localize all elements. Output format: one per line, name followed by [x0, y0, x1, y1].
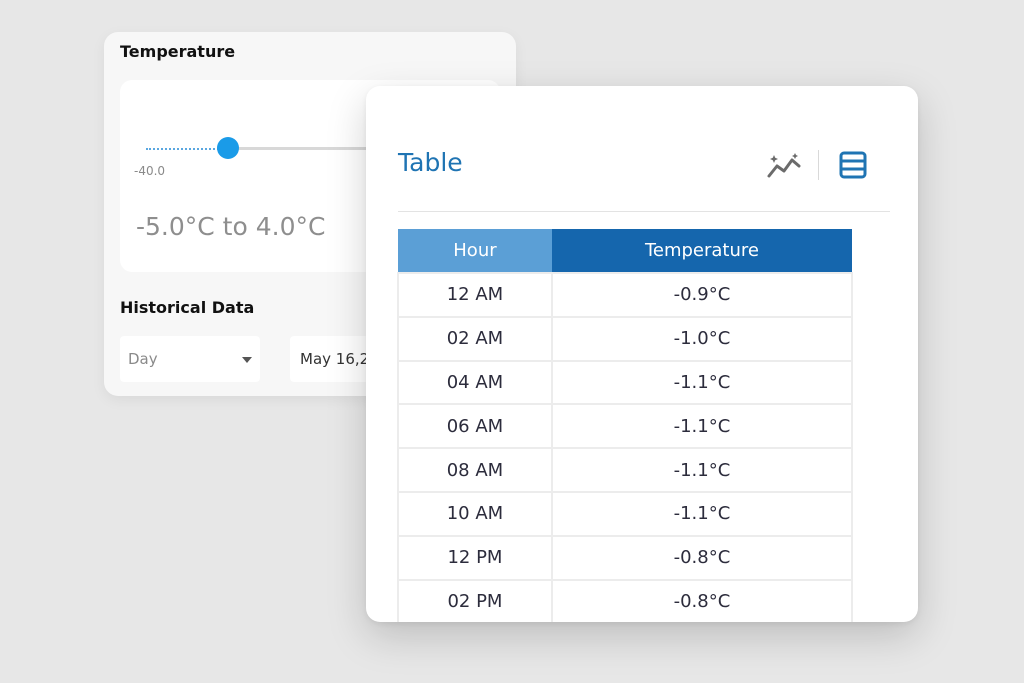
date-field-value: May 16,2 [300, 350, 370, 368]
cell-temperature: -1.1°C [550, 403, 854, 450]
cell-temperature: -0.9°C [550, 272, 854, 318]
cell-hour: 12 AM [397, 272, 553, 318]
cell-temperature: -1.1°C [550, 447, 854, 493]
table-row: 12 AM -0.9°C [397, 272, 854, 318]
cell-hour: 10 AM [397, 490, 553, 537]
table-row: 12 PM -0.8°C [397, 534, 854, 581]
cell-hour: 02 AM [397, 315, 553, 362]
cell-temperature: -1.1°C [550, 490, 854, 537]
temperature-title: Temperature [120, 42, 236, 61]
cell-hour: 06 AM [397, 403, 553, 450]
cell-temperature: -0.8°C [550, 534, 854, 581]
table-row: 10 AM -1.1°C [397, 490, 854, 537]
table-row: 06 AM -1.1°C [397, 403, 854, 450]
table-title: Table [398, 148, 463, 177]
cell-temperature: -1.0°C [550, 315, 854, 362]
table-row: 02 PM -0.8°C [397, 578, 854, 622]
column-header-hour[interactable]: Hour [398, 229, 552, 273]
slider-thumb[interactable] [217, 137, 239, 159]
table-card: Table Hour Temperature 12 AM -0.9°C 02 A… [366, 86, 918, 622]
cell-hour: 02 PM [397, 578, 553, 622]
temperature-table: Hour Temperature 12 AM -0.9°C 02 AM -1.0… [397, 229, 854, 622]
toolbar-separator [818, 150, 819, 180]
historical-data-title: Historical Data [120, 298, 255, 317]
cell-hour: 04 AM [397, 359, 553, 406]
temperature-range-label: -5.0°C to 4.0°C [136, 212, 326, 241]
table-icon [839, 151, 867, 179]
table-header-row: Hour Temperature [398, 229, 852, 273]
table-view-button[interactable] [838, 150, 868, 180]
column-header-temperature[interactable]: Temperature [551, 229, 852, 273]
chart-view-button[interactable] [766, 152, 802, 182]
cell-hour: 12 PM [397, 534, 553, 581]
cell-temperature: -0.8°C [550, 578, 854, 622]
table-row: 04 AM -1.1°C [397, 359, 854, 406]
period-select-value: Day [128, 350, 158, 368]
table-row: 02 AM -1.0°C [397, 315, 854, 362]
chevron-down-icon [242, 357, 252, 363]
header-divider [398, 211, 890, 212]
slider-min-label: -40.0 [134, 164, 166, 178]
period-select[interactable]: Day [120, 336, 260, 382]
cell-temperature: -1.1°C [550, 359, 854, 406]
cell-hour: 08 AM [397, 447, 553, 493]
table-row: 08 AM -1.1°C [397, 447, 854, 493]
line-chart-icon [767, 153, 801, 178]
